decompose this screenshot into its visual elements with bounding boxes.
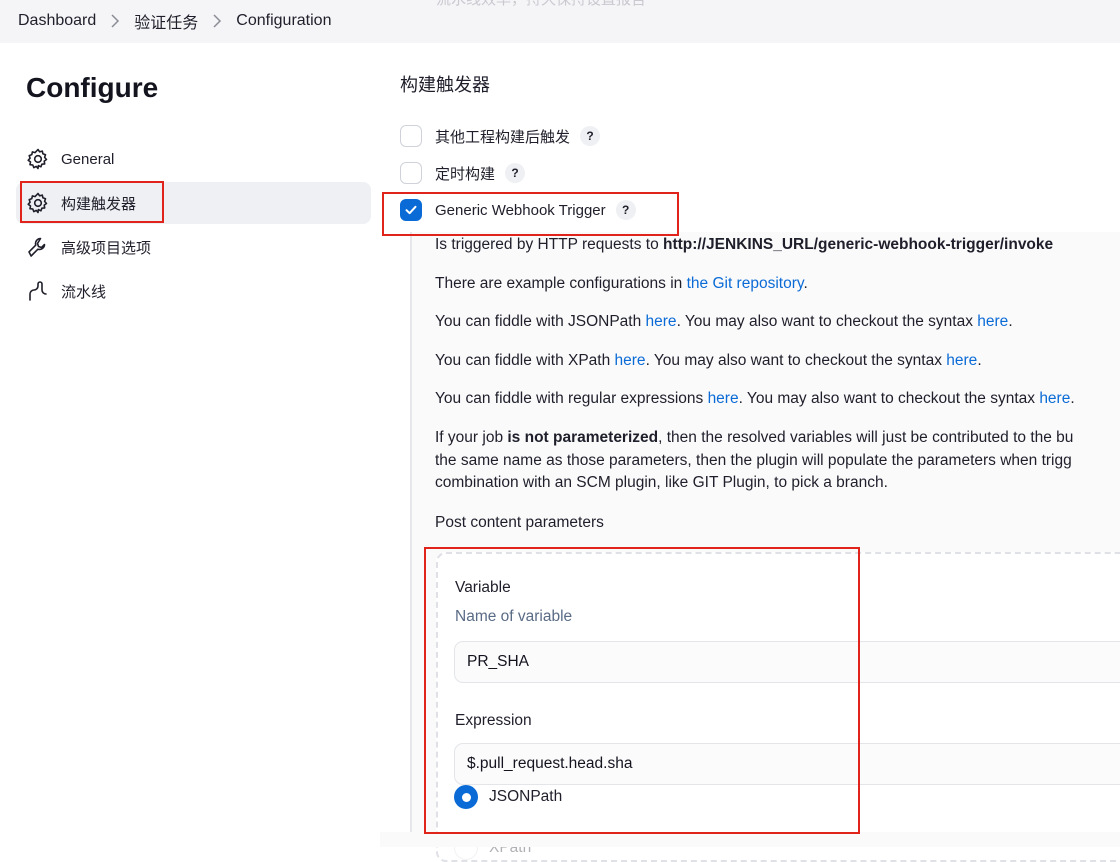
description-xpath: You can fiddle with XPath here. You may … bbox=[435, 352, 982, 369]
variable-input[interactable]: PR_SHA bbox=[454, 641, 1120, 683]
description-regex: You can fiddle with regular expressions … bbox=[435, 390, 1075, 407]
radio-label: JSONPath bbox=[489, 788, 563, 805]
regex-fiddle-link[interactable]: here bbox=[708, 390, 739, 407]
checkbox-checked[interactable] bbox=[400, 199, 422, 221]
sidebar-item-label: 构建触发器 bbox=[61, 195, 137, 213]
scrolled-text: 流水线效率，持久保持设置报告 bbox=[436, 0, 646, 9]
git-repository-link[interactable]: the Git repository bbox=[687, 275, 804, 292]
expression-label: Expression bbox=[455, 712, 532, 729]
check-icon bbox=[405, 205, 417, 215]
sidebar-item-pipeline[interactable]: 流水线 bbox=[16, 270, 371, 312]
gear-icon bbox=[26, 191, 50, 215]
invoke-url: http://JENKINS_URL/generic-webhook-trigg… bbox=[663, 236, 1054, 253]
description-invoke-url: Is triggered by HTTP requests to http://… bbox=[435, 236, 1054, 253]
jsonpath-syntax-link[interactable]: here bbox=[977, 313, 1008, 330]
sidebar-item-label: 流水线 bbox=[61, 283, 107, 301]
trigger-label: 其他工程构建后触发 bbox=[435, 128, 571, 146]
help-icon[interactable]: ? bbox=[505, 163, 526, 183]
post-content-parameters-title: Post content parameters bbox=[435, 514, 604, 531]
sidebar-item-advanced[interactable]: 高级项目选项 bbox=[16, 226, 371, 268]
sidebar-item-general[interactable]: General bbox=[16, 138, 371, 180]
trigger-after-other-projects: 其他工程构建后触发 ? bbox=[400, 125, 601, 147]
trigger-label: 定时构建 bbox=[435, 165, 496, 183]
jsonpath-fiddle-link[interactable]: here bbox=[646, 313, 677, 330]
radio-jsonpath[interactable]: JSONPath bbox=[454, 785, 562, 809]
trigger-periodic-build: 定时构建 ? bbox=[400, 162, 526, 184]
radio-button-selected[interactable] bbox=[454, 785, 478, 809]
pipeline-icon bbox=[26, 279, 50, 303]
variable-description: Name of variable bbox=[455, 608, 573, 625]
sidebar-item-label: 高级项目选项 bbox=[61, 239, 152, 257]
breadcrumb: Dashboard 验证任务 Configuration bbox=[18, 9, 331, 33]
post-content-parameter-item bbox=[436, 552, 1120, 862]
xpath-syntax-link[interactable]: here bbox=[946, 352, 977, 369]
breadcrumb-dashboard[interactable]: Dashboard bbox=[18, 12, 96, 30]
xpath-fiddle-link[interactable]: here bbox=[615, 352, 646, 369]
page-title: Configure bbox=[26, 72, 159, 103]
trigger-label: Generic Webhook Trigger bbox=[435, 201, 606, 219]
sidebar-item-label: General bbox=[61, 150, 115, 168]
checkbox[interactable] bbox=[400, 162, 422, 184]
help-icon[interactable]: ? bbox=[580, 126, 601, 146]
checkbox[interactable] bbox=[400, 125, 422, 147]
bottom-strip bbox=[380, 832, 1120, 847]
sidebar-item-build-triggers[interactable]: 构建触发器 bbox=[16, 182, 371, 224]
breadcrumb-configuration[interactable]: Configuration bbox=[236, 12, 331, 30]
section-title-build-triggers: 构建触发器 bbox=[400, 75, 490, 95]
variable-label: Variable bbox=[455, 579, 511, 596]
breadcrumb-job[interactable]: 验证任务 bbox=[134, 9, 198, 33]
trigger-generic-webhook: Generic Webhook Trigger ? bbox=[400, 199, 636, 221]
top-bar: 流水线效率，持久保持设置报告 Dashboard 验证任务 Configurat… bbox=[0, 0, 1120, 43]
description-jsonpath: You can fiddle with JSONPath here. You m… bbox=[435, 313, 1013, 330]
chevron-right-icon bbox=[110, 14, 120, 28]
chevron-right-icon bbox=[212, 14, 222, 28]
help-icon[interactable]: ? bbox=[615, 200, 636, 220]
gear-icon bbox=[26, 147, 50, 171]
regex-syntax-link[interactable]: here bbox=[1039, 390, 1070, 407]
description-parameterized: If your job is not parameterized, then t… bbox=[435, 429, 1074, 491]
description-examples: There are example configurations in the … bbox=[435, 275, 808, 292]
wrench-icon bbox=[26, 235, 50, 259]
expression-input[interactable]: $.pull_request.head.sha bbox=[454, 743, 1120, 785]
